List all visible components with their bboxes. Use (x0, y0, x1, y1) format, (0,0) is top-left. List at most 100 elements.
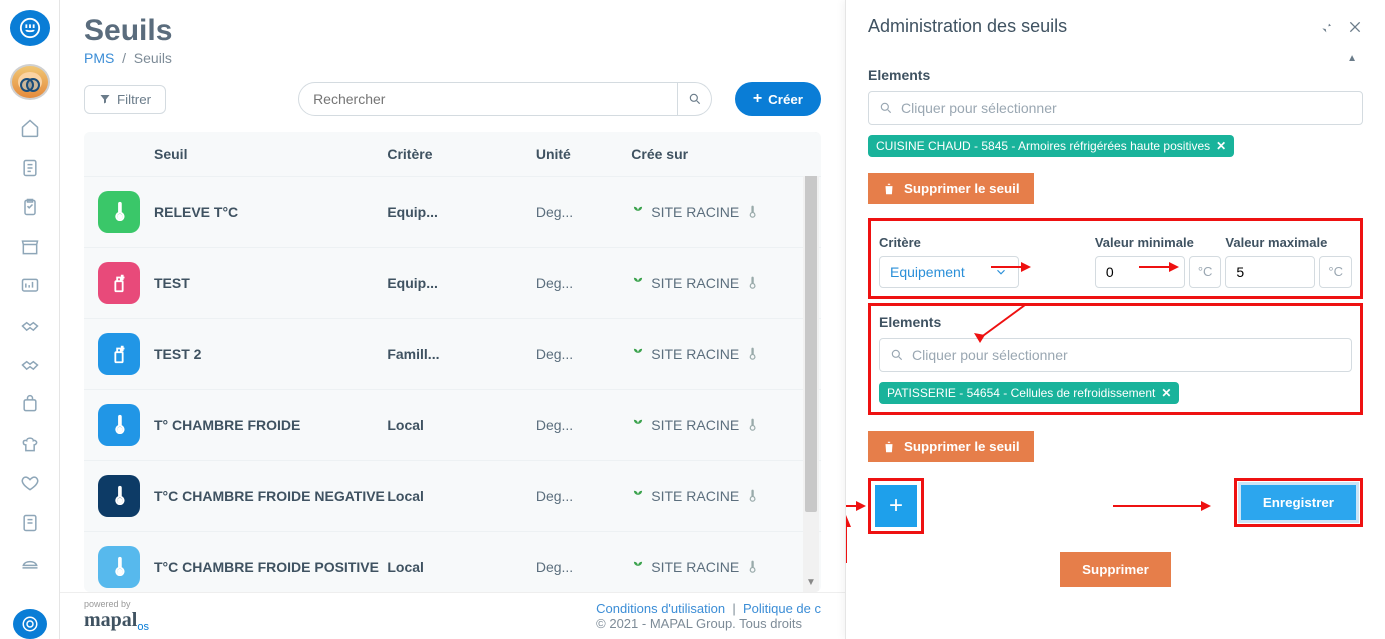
sprout-icon (631, 489, 645, 503)
cell-critere: Equip... (387, 275, 535, 291)
collapse-icon[interactable]: ▲ (1347, 53, 1357, 64)
nav-receipt-icon[interactable] (18, 512, 42, 533)
cell-cree: SITE RACINE (631, 275, 801, 291)
trash-icon (882, 440, 896, 454)
cell-cree: SITE RACINE (631, 346, 801, 362)
search-icon (688, 92, 702, 106)
trash-icon (882, 182, 896, 196)
save-button[interactable]: Enregistrer (1241, 485, 1356, 520)
nav-plate-icon[interactable] (18, 551, 42, 572)
cell-cree: SITE RACINE (631, 204, 801, 220)
therm-small-icon (745, 347, 759, 361)
table-row[interactable]: T°C CHAMBRE FROIDE NEGATIVE Local Deg...… (84, 460, 821, 531)
pin-icon[interactable] (1317, 19, 1333, 35)
therm-small-icon (745, 418, 759, 432)
cell-seuil: T° CHAMBRE FROIDE (154, 417, 387, 433)
row-icon (98, 191, 140, 233)
annotation-arrow (845, 498, 868, 514)
terms-link[interactable]: Conditions d'utilisation (596, 601, 725, 616)
cell-critere: Local (387, 559, 535, 575)
save-highlight-box: Enregistrer (1234, 478, 1363, 527)
sprout-icon (631, 205, 645, 219)
table-row[interactable]: TEST Equip... Deg... SITE RACINE (84, 247, 821, 318)
create-button[interactable]: + Créer (735, 82, 821, 116)
search-button[interactable] (678, 82, 712, 116)
element-tag-1: CUISINE CHAUD - 5845 - Armoires réfrigér… (868, 135, 1234, 157)
table-row[interactable]: RELEVE T°C Equip... Deg... SITE RACINE (84, 176, 821, 247)
cell-cree: SITE RACINE (631, 559, 801, 575)
side-panel: Administration des seuils ▲ Elements Cli… (845, 0, 1385, 639)
add-button[interactable]: + (875, 485, 917, 527)
cell-critere: Equip... (387, 204, 535, 220)
chevron-down-icon (994, 265, 1008, 279)
row-icon (98, 546, 140, 588)
privacy-link[interactable]: Politique de c (743, 601, 821, 616)
cell-unit: Deg... (536, 346, 631, 362)
delete-seuil-1-button[interactable]: Supprimer le seuil (868, 173, 1034, 204)
sprout-icon (631, 560, 645, 574)
nav-sidebar (0, 0, 60, 639)
elements-search-2[interactable]: Cliquer pour sélectionner (879, 338, 1352, 372)
funnel-icon (99, 93, 111, 105)
table-row[interactable]: TEST 2 Famill... Deg... SITE RACINE (84, 318, 821, 389)
min-value-input[interactable] (1095, 256, 1185, 288)
cell-unit: Deg... (536, 204, 631, 220)
search-input[interactable] (298, 82, 678, 116)
remove-tag-icon[interactable]: ✕ (1161, 386, 1171, 400)
close-icon[interactable] (1347, 19, 1363, 35)
crumb-leaf: Seuils (134, 50, 172, 66)
cell-seuil: TEST 2 (154, 346, 387, 362)
add-highlight-box: + (868, 478, 924, 534)
criteria-highlight-box: Critère Equipement Valeur minimale °C (868, 218, 1363, 299)
row-icon (98, 333, 140, 375)
nav-clipboard-icon[interactable] (18, 197, 42, 218)
plus-icon: + (753, 90, 762, 108)
table-row[interactable]: T° CHAMBRE FROIDE Local Deg... SITE RACI… (84, 389, 821, 460)
nav-bag-icon[interactable] (18, 394, 42, 415)
annotation-arrow (845, 515, 856, 565)
cell-critere: Local (387, 417, 535, 433)
row-icon (98, 475, 140, 517)
delete-seuil-2-button[interactable]: Supprimer le seuil (868, 431, 1034, 462)
cell-critere: Famill... (387, 346, 535, 362)
cell-seuil: T°C CHAMBRE FROIDE POSITIVE (154, 559, 387, 575)
panel-title: Administration des seuils (868, 16, 1067, 37)
cell-cree: SITE RACINE (631, 417, 801, 433)
nav-home-icon[interactable] (18, 118, 42, 139)
table-row[interactable]: T°C CHAMBRE FROIDE POSITIVE Local Deg...… (84, 531, 821, 592)
search-icon (879, 101, 893, 115)
therm-small-icon (745, 560, 759, 574)
therm-small-icon (745, 489, 759, 503)
row-icon (98, 404, 140, 446)
nav-store-icon[interactable] (18, 236, 42, 257)
app-logo[interactable] (10, 10, 50, 46)
cell-seuil: TEST (154, 275, 387, 291)
breadcrumb: PMS / Seuils (84, 50, 821, 66)
cell-unit: Deg... (536, 275, 631, 291)
search-icon (890, 348, 904, 362)
elements-highlight-box: Elements Cliquer pour sélectionner PATIS… (868, 303, 1363, 415)
nav-chef-icon[interactable] (18, 433, 42, 454)
user-avatar[interactable] (10, 64, 50, 100)
nav-doc-icon[interactable] (18, 157, 42, 178)
cell-cree: SITE RACINE (631, 488, 801, 504)
elements-search-1[interactable]: Cliquer pour sélectionner (868, 91, 1363, 125)
critere-select[interactable]: Equipement (879, 256, 1019, 288)
therm-small-icon (745, 205, 759, 219)
nav-handshake-icon[interactable] (18, 315, 42, 336)
cell-unit: Deg... (536, 488, 631, 504)
scrollbar-track[interactable]: ▼ (803, 132, 819, 592)
cell-unit: Deg... (536, 559, 631, 575)
crumb-root[interactable]: PMS (84, 50, 114, 66)
nav-handshake2-icon[interactable] (18, 354, 42, 375)
remove-tag-icon[interactable]: ✕ (1216, 139, 1226, 153)
nav-dash-icon[interactable] (18, 275, 42, 296)
element-tag-2: PATISSERIE - 54654 - Cellules de refroid… (879, 382, 1179, 404)
supprimer-button[interactable]: Supprimer (1060, 552, 1171, 587)
cell-seuil: RELEVE T°C (154, 204, 387, 220)
nav-heart-icon[interactable] (18, 472, 42, 493)
nav-active-icon[interactable] (13, 609, 47, 639)
max-value-input[interactable] (1225, 256, 1315, 288)
filter-button[interactable]: Filtrer (84, 85, 166, 114)
annotation-arrow (1113, 498, 1213, 514)
